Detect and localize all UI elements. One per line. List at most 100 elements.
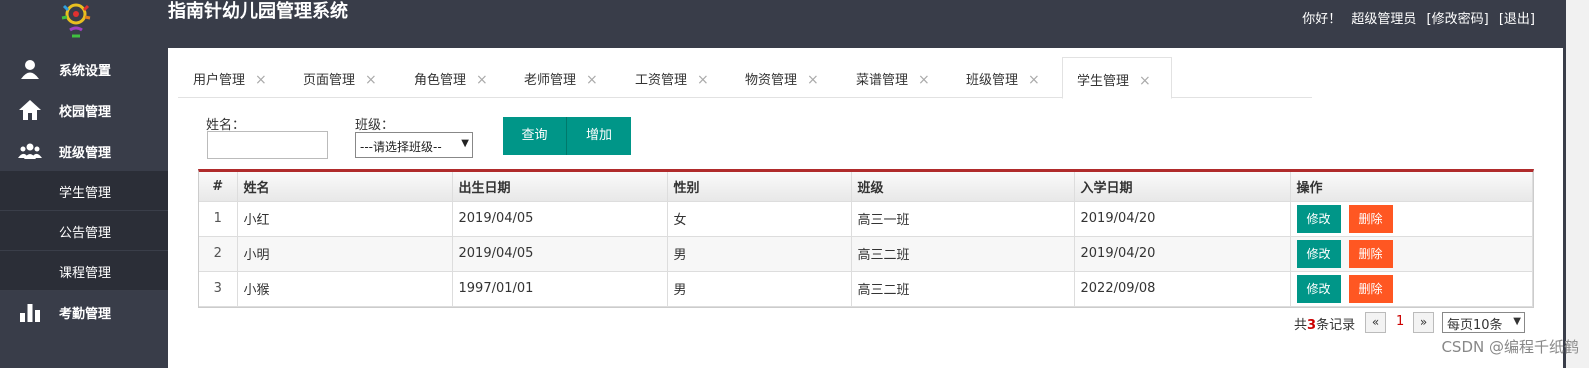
cell-enroll: 2022/09/08 [1074, 271, 1291, 307]
cell-index: 1 [199, 201, 238, 237]
sidebar-item-notices[interactable]: 公告管理 [0, 211, 168, 251]
tab-bar: 用户管理 × 页面管理 × 角色管理 × 老师管理 × 工资管理 × 物资管理 × 菜谱管理… [178, 57, 1312, 99]
page-size-select[interactable]: 每页10条 ▼ [1442, 312, 1525, 333]
sidebar-item-students[interactable]: 学生管理 [0, 171, 168, 211]
sidebar-group-class[interactable]: 班级管理 [0, 130, 168, 171]
tab-pages[interactable]: 页面管理 × [303, 57, 377, 98]
cell-index: 3 [199, 271, 238, 307]
tab-label: 用户管理 [193, 73, 246, 88]
close-icon[interactable]: × [1139, 73, 1151, 89]
add-button[interactable]: 增加 [567, 117, 631, 155]
query-button[interactable]: 查询 [503, 117, 567, 155]
record-count: 共3条记录 [1294, 314, 1355, 333]
tab-students[interactable]: 学生管理 × [1062, 57, 1172, 99]
cell-birth: 2019/04/05 [452, 201, 668, 237]
cell-actions: 修改 删除 [1290, 271, 1533, 307]
sidebar-group-label: 班级管理 [59, 146, 112, 161]
edit-button[interactable]: 修改 [1296, 274, 1341, 303]
tab-label: 菜谱管理 [856, 73, 909, 88]
chevron-down-icon: ▼ [461, 138, 469, 149]
close-icon[interactable]: × [476, 72, 488, 88]
cell-enroll: 2019/04/20 [1074, 201, 1291, 237]
students-table: # 姓名 出生日期 性别 班级 入学日期 操作 1 小红 2019/04/05 … [198, 169, 1534, 308]
user-icon [21, 60, 39, 79]
tab-salary[interactable]: 工资管理 × [635, 57, 709, 98]
tab-roles[interactable]: 角色管理 × [414, 57, 488, 98]
tab-label: 工资管理 [635, 73, 688, 88]
sidebar-item-label: 公告管理 [59, 226, 112, 241]
scrollbar-thumb[interactable] [1563, 0, 1566, 368]
next-page-button[interactable]: » [1413, 312, 1434, 333]
cell-name: 小猴 [237, 271, 453, 307]
cell-class: 高三二班 [851, 236, 1075, 272]
table-row: 1 小红 2019/04/05 女 高三一班 2019/04/20 修改 删除 [199, 201, 1533, 237]
watermark: CSDN @编程千纸鹤 [1441, 338, 1579, 356]
group-icon [18, 143, 42, 159]
tab-label: 班级管理 [966, 73, 1019, 88]
cell-class: 高三一班 [851, 201, 1075, 237]
cell-gender: 女 [667, 201, 852, 237]
col-header-birth: 出生日期 [452, 172, 668, 202]
col-header-class: 班级 [851, 172, 1075, 202]
close-icon[interactable]: × [365, 72, 377, 88]
cell-name: 小明 [237, 236, 453, 272]
current-page[interactable]: 1 [1396, 314, 1404, 329]
class-label: 班级： [355, 118, 395, 133]
record-count-prefix: 共 [1294, 318, 1308, 333]
tab-label: 角色管理 [414, 73, 467, 88]
cell-birth: 2019/04/05 [452, 236, 668, 272]
sidebar-group-label: 考勤管理 [59, 307, 112, 322]
sidebar-group-campus[interactable]: 校园管理 [0, 89, 168, 130]
edit-button[interactable]: 修改 [1296, 204, 1341, 233]
tab-label: 页面管理 [303, 73, 356, 88]
name-input[interactable] [207, 131, 328, 159]
tab-label: 物资管理 [745, 73, 798, 88]
record-count-value: 3 [1307, 318, 1317, 333]
tab-teachers[interactable]: 老师管理 × [524, 57, 598, 98]
close-icon[interactable]: × [918, 72, 930, 88]
close-icon[interactable]: × [807, 72, 819, 88]
col-header-name: 姓名 [237, 172, 453, 202]
cell-class: 高三二班 [851, 271, 1075, 307]
class-select-value: ---请选择班级-- [360, 140, 442, 154]
sidebar-group-label: 校园管理 [59, 105, 112, 120]
col-header-gender: 性别 [667, 172, 852, 202]
class-select[interactable]: ---请选择班级-- ▼ [355, 132, 473, 158]
app-title: 指南针幼儿园管理系统 [168, 1, 348, 22]
close-icon[interactable]: × [1028, 72, 1040, 88]
tab-label: 老师管理 [524, 73, 577, 88]
sidebar-item-courses[interactable]: 课程管理 [0, 251, 168, 291]
logout-link[interactable]: [退出] [1499, 12, 1535, 27]
sidebar: 系统设置 校园管理 班级管理 学生管理 公告管理 课程管理 考勤管理 [0, 48, 168, 368]
cell-birth: 1997/01/01 [452, 271, 668, 307]
tab-users[interactable]: 用户管理 × [193, 57, 267, 98]
close-icon[interactable]: × [586, 72, 598, 88]
table-header-row: # 姓名 出生日期 性别 班级 入学日期 操作 [199, 172, 1533, 202]
cell-actions: 修改 删除 [1290, 236, 1533, 272]
record-count-suffix: 条记录 [1316, 318, 1356, 333]
close-icon[interactable]: × [697, 72, 709, 88]
user-area: 你好！ 超级管理员 [修改密码] [退出] [1296, 8, 1535, 27]
delete-button[interactable]: 删除 [1348, 274, 1393, 303]
app-logo [61, 3, 91, 38]
close-icon[interactable]: × [255, 72, 267, 88]
page-size-value: 每页10条 [1447, 318, 1503, 333]
bar-chart-icon [20, 304, 40, 322]
tab-classes[interactable]: 班级管理 × [966, 57, 1040, 98]
sidebar-item-label: 课程管理 [59, 266, 112, 281]
change-password-link[interactable]: [修改密码] [1427, 12, 1489, 27]
delete-button[interactable]: 删除 [1348, 204, 1393, 233]
edit-button[interactable]: 修改 [1296, 239, 1341, 268]
cell-index: 2 [199, 236, 238, 272]
cell-gender: 男 [667, 236, 852, 272]
sidebar-group-attendance[interactable]: 考勤管理 [0, 291, 168, 332]
prev-page-button[interactable]: « [1365, 312, 1386, 333]
tab-supplies[interactable]: 物资管理 × [745, 57, 819, 98]
delete-button[interactable]: 删除 [1348, 239, 1393, 268]
scrollbar-track[interactable] [1563, 0, 1589, 368]
table-row: 2 小明 2019/04/05 男 高三二班 2019/04/20 修改 删除 [199, 236, 1533, 272]
sidebar-group-system[interactable]: 系统设置 [0, 48, 168, 89]
tab-menus[interactable]: 菜谱管理 × [856, 57, 930, 98]
cell-gender: 男 [667, 271, 852, 307]
chevron-down-icon: ▼ [1513, 316, 1521, 327]
